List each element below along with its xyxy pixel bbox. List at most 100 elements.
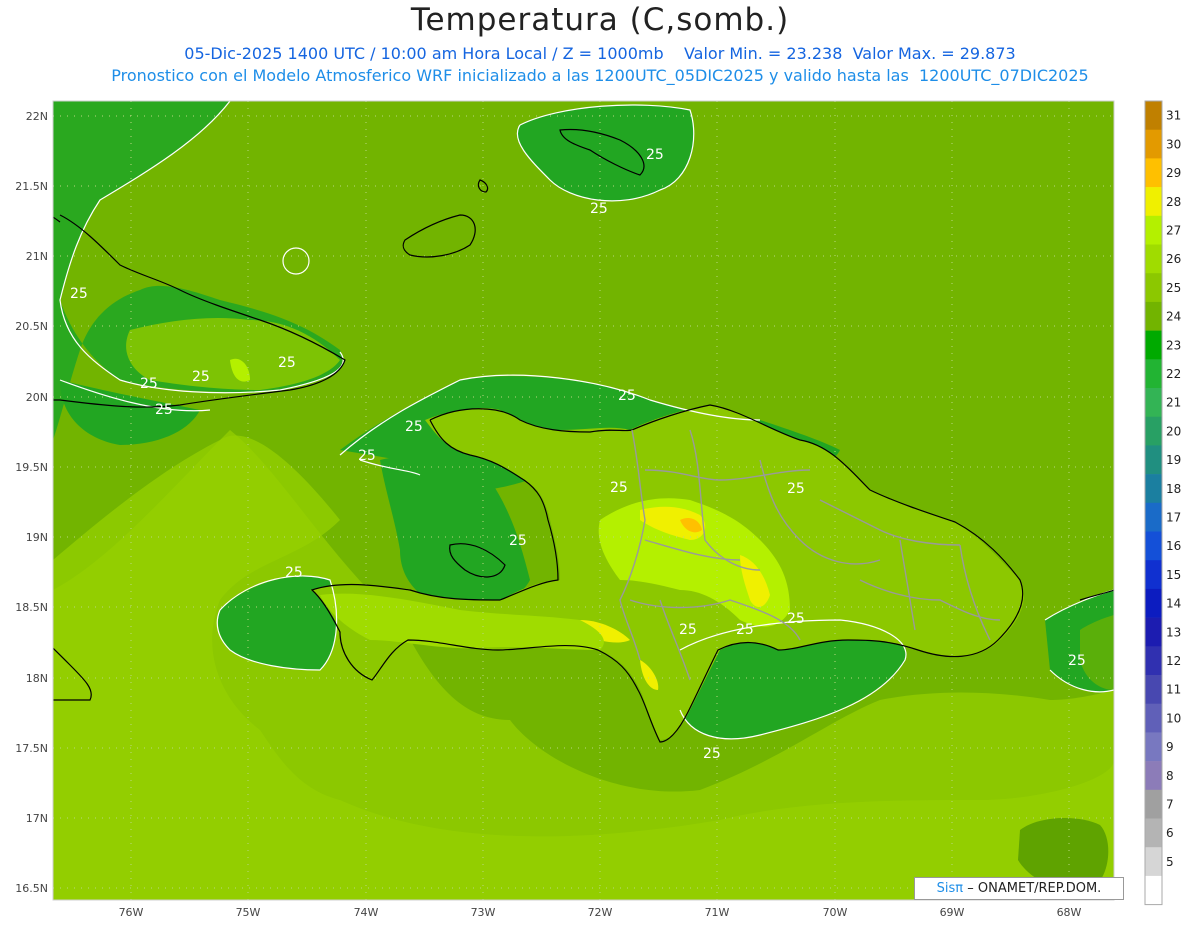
colorbar-tick-label: 9 — [1166, 740, 1174, 754]
contour-label: 25 — [787, 481, 805, 497]
contour-label: 25 — [787, 611, 805, 627]
colorbar-swatch — [1145, 617, 1162, 647]
colorbar-tick-label: 26 — [1166, 252, 1181, 266]
colorbar-swatch — [1145, 445, 1162, 475]
colorbar-swatch — [1145, 818, 1162, 848]
contour-label: 25 — [618, 388, 636, 404]
lat-label: 18N — [26, 672, 48, 685]
lat-label: 21.5N — [15, 180, 48, 193]
colorbar-tick-label: 28 — [1166, 195, 1181, 209]
colorbar-tick-label: 11 — [1166, 683, 1181, 697]
colorbar-swatch — [1145, 301, 1162, 331]
contour-label: 25 — [646, 147, 664, 163]
colorbar-tick-label: 18 — [1166, 482, 1181, 496]
colorbar-swatch — [1145, 761, 1162, 791]
lat-label: 21N — [26, 250, 48, 263]
contour-label: 25 — [509, 533, 527, 549]
longitude-labels: 76W 75W 74W 73W 72W 71W 70W 69W 68W — [119, 906, 1082, 919]
latitude-labels: 22N 21.5N 21N 20.5N 20N 19.5N 19N 18.5N … — [15, 110, 48, 895]
colorbar-tick-label: 30 — [1166, 137, 1181, 151]
lon-label: 70W — [823, 906, 848, 919]
lat-label: 20N — [26, 391, 48, 404]
colorbar-tick-label: 25 — [1166, 281, 1181, 295]
lon-label: 75W — [236, 906, 261, 919]
temperature-field: 25 25 25 25 25 25 25 25 25 25 25 25 25 2… — [53, 101, 1114, 900]
colorbar-tick-label: 22 — [1166, 367, 1181, 381]
colorbar-swatch — [1145, 244, 1162, 274]
colorbar-swatch — [1145, 502, 1162, 532]
colorbar-tick-label: 31 — [1166, 109, 1181, 123]
colorbar-tick-label: 12 — [1166, 654, 1181, 668]
contour-label: 25 — [70, 286, 88, 302]
colorbar-swatch — [1145, 560, 1162, 590]
contour-label: 25 — [610, 480, 628, 496]
colorbar-tick-label: 23 — [1166, 338, 1181, 352]
sispi-logo: Sisπ — [936, 881, 964, 896]
colorbar-tick-label: 16 — [1166, 539, 1181, 553]
colorbar-tick-label: 19 — [1166, 453, 1181, 467]
lat-label: 20.5N — [15, 320, 48, 333]
colorbar-tick-label: 17 — [1166, 511, 1181, 525]
lon-label: 76W — [119, 906, 144, 919]
colorbar: 31 30 29 28 27 26 25 24 23 22 21 20 19 18 17 16 15 14 13 12… — [1144, 100, 1181, 906]
colorbar-swatch — [1145, 330, 1162, 360]
colorbar-swatch — [1145, 273, 1162, 303]
contour-label: 25 — [679, 622, 697, 638]
contour-label: 25 — [155, 402, 173, 418]
credit-text: – ONAMET/REP.DOM. — [967, 881, 1102, 896]
colorbar-tick-label: 21 — [1166, 396, 1181, 410]
contour-label: 25 — [285, 565, 303, 581]
contour-label: 25 — [405, 419, 423, 435]
colorbar-swatch — [1145, 531, 1162, 561]
colorbar-tick-label: 7 — [1166, 798, 1174, 812]
contour-label: 25 — [278, 355, 296, 371]
colorbar-swatch — [1145, 187, 1162, 217]
colorbar-swatch — [1145, 359, 1162, 389]
contour-label: 25 — [590, 201, 608, 217]
lon-label: 68W — [1057, 906, 1082, 919]
credit-box: Sisπ – ONAMET/REP.DOM. — [914, 877, 1124, 900]
lat-label: 18.5N — [15, 601, 48, 614]
colorbar-swatch — [1145, 588, 1162, 618]
lon-label: 71W — [705, 906, 730, 919]
lat-label: 19.5N — [15, 461, 48, 474]
colorbar-swatch — [1145, 474, 1162, 504]
lat-label: 22N — [26, 110, 48, 123]
colorbar-swatch — [1145, 703, 1162, 733]
colorbar-swatch — [1145, 129, 1162, 159]
colorbar-swatch — [1145, 789, 1162, 819]
colorbar-tick-label: 24 — [1166, 310, 1181, 324]
colorbar-tick-label: 29 — [1166, 166, 1181, 180]
colorbar-tick-label: 27 — [1166, 224, 1181, 238]
lon-label: 72W — [588, 906, 613, 919]
lat-label: 19N — [26, 531, 48, 544]
contour-label: 25 — [192, 369, 210, 385]
colorbar-tick-label: 13 — [1166, 625, 1181, 639]
contour-label: 25 — [140, 376, 158, 392]
lat-label: 16.5N — [15, 882, 48, 895]
colorbar-swatch — [1145, 158, 1162, 188]
lon-label: 73W — [471, 906, 496, 919]
colorbar-tick-label: 8 — [1166, 769, 1174, 783]
contour-label: 25 — [736, 622, 754, 638]
lon-label: 69W — [940, 906, 965, 919]
colorbar-swatch — [1145, 646, 1162, 676]
lat-label: 17N — [26, 812, 48, 825]
colorbar-tick-label: 14 — [1166, 597, 1181, 611]
contour-label: 25 — [358, 448, 376, 464]
colorbar-swatch — [1145, 101, 1162, 130]
colorbar-tick-label: 5 — [1166, 855, 1174, 869]
lon-label: 74W — [354, 906, 379, 919]
contour-label: 25 — [703, 746, 721, 762]
colorbar-swatch — [1145, 388, 1162, 417]
colorbar-tick-label: 6 — [1166, 826, 1174, 840]
colorbar-swatch — [1145, 847, 1162, 877]
colorbar-swatch — [1145, 675, 1162, 704]
colorbar-swatch — [1145, 416, 1162, 446]
colorbar-tick-label: 10 — [1166, 711, 1181, 725]
temperature-map: 25 25 25 25 25 25 25 25 25 25 25 25 25 2… — [15, 100, 1181, 919]
lat-label: 17.5N — [15, 742, 48, 755]
contour-label: 25 — [1068, 653, 1086, 669]
colorbar-swatch — [1145, 875, 1162, 905]
colorbar-tick-label: 20 — [1166, 424, 1181, 438]
